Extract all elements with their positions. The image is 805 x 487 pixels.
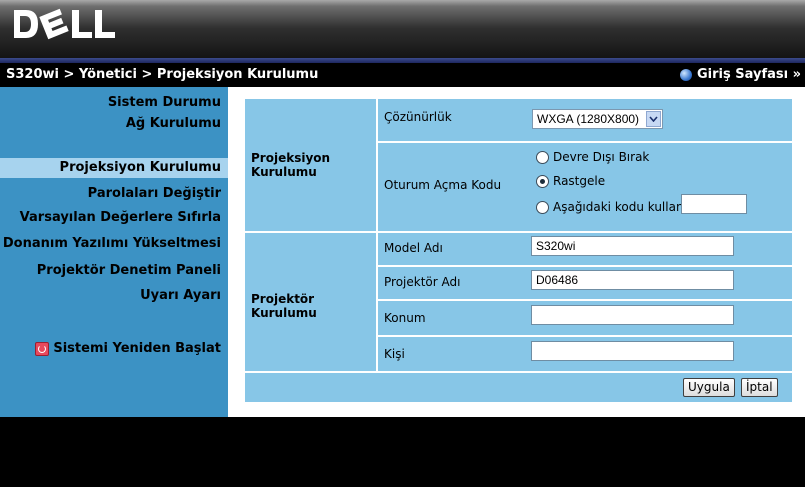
contact-label: Kişi <box>384 347 405 361</box>
model-label: Model Adı <box>384 241 443 255</box>
radio-random-indicator <box>536 174 549 188</box>
resolution-select[interactable]: WXGA (1280X800) <box>532 109 663 129</box>
model-name-input[interactable]: S320wi <box>531 236 734 256</box>
projector-group-cell: Projektör Kurulumu <box>245 233 376 371</box>
sidebar-item-firmware-update[interactable]: Donanım Yazılımı Yükseltmesi <box>3 234 221 254</box>
location-input[interactable] <box>531 305 734 325</box>
radio-disable[interactable]: Devre Dışı Bırak <box>536 150 649 164</box>
resolution-value: WXGA (1280X800) <box>537 112 640 126</box>
login-code-label: Oturum Açma Kodu <box>384 178 502 192</box>
home-link[interactable]: Giriş Sayfası » <box>679 63 801 87</box>
sidebar-item-control-panel[interactable]: Projektör Denetim Paneli <box>37 261 221 281</box>
globe-icon <box>679 69 692 81</box>
sidebar-item-system-status[interactable]: Sistem Durumu <box>108 93 221 113</box>
radio-use-code-label: Aşağıdaki kodu kullan <box>553 200 684 214</box>
contact-row: Kişi <box>378 337 792 371</box>
sidebar-item-network-setup[interactable]: Ağ Kurulumu <box>126 114 221 134</box>
radio-random[interactable]: Rastgele <box>536 174 605 188</box>
radio-use-code[interactable]: Aşağıdaki kodu kullan <box>536 200 684 214</box>
projection-group-cell: Projeksiyon Kurulumu <box>245 99 376 231</box>
settings-panel: Projeksiyon Kurulumu Çözünürlük WXGA (12… <box>245 87 792 402</box>
restart-label: Sistemi Yeniden Başlat <box>53 341 221 356</box>
sidebar-item-projection-setup[interactable]: Projeksiyon Kurulumu <box>0 158 228 178</box>
sidebar: Sistem Durumu Ağ Kurulumu Projeksiyon Ku… <box>0 87 228 417</box>
login-code-input[interactable] <box>681 194 747 214</box>
projector-group-label: Projektör Kurulumu <box>251 292 317 320</box>
projection-group-label-line2: Kurulumu <box>251 165 317 179</box>
sidebar-item-change-passwords[interactable]: Parolaları Değiştir <box>88 184 221 204</box>
login-code-row: Oturum Açma Kodu Devre Dışı Bırak Rastge… <box>378 143 792 231</box>
location-row: Konum <box>378 301 792 335</box>
radio-use-code-indicator <box>536 200 549 214</box>
dell-logo <box>14 8 115 40</box>
projector-name-input[interactable]: D06486 <box>531 270 734 290</box>
footer-area <box>0 417 805 487</box>
cancel-button[interactable]: İptal <box>741 378 778 397</box>
header <box>0 0 805 63</box>
title-bar: S320wi > Yönetici > Projeksiyon Kurulumu… <box>0 63 805 87</box>
main-area: Sistem Durumu Ağ Kurulumu Projeksiyon Ku… <box>0 87 805 417</box>
home-link-label: Giriş Sayfası » <box>696 67 801 82</box>
chevron-down-icon <box>646 111 661 127</box>
power-icon <box>35 341 50 356</box>
radio-random-label: Rastgele <box>553 174 606 188</box>
contact-input[interactable] <box>531 341 734 361</box>
radio-disable-indicator <box>536 150 549 164</box>
projector-name-label: Projektör Adı <box>384 275 461 289</box>
projection-group-label-line1: Projeksiyon <box>251 151 331 165</box>
action-row: Uygula İptal <box>245 373 792 402</box>
location-label: Konum <box>384 311 426 325</box>
radio-disable-label: Devre Dışı Bırak <box>553 150 650 164</box>
sidebar-item-reset-defaults[interactable]: Varsayılan Değerlere Sıfırla <box>20 208 221 228</box>
sidebar-item-alert-settings[interactable]: Uyarı Ayarı <box>140 286 221 306</box>
apply-button[interactable]: Uygula <box>683 378 735 397</box>
resolution-label: Çözünürlük <box>384 110 452 124</box>
projection-group-label: Projeksiyon Kurulumu <box>251 151 330 179</box>
restart-system-link[interactable]: Sistemi Yeniden Başlat <box>35 341 221 356</box>
projector-name-row: Projektör Adı D06486 <box>378 267 792 299</box>
resolution-row: Çözünürlük WXGA (1280X800) <box>378 99 792 141</box>
model-row: Model Adı S320wi <box>378 233 792 265</box>
breadcrumb: S320wi > Yönetici > Projeksiyon Kurulumu <box>6 67 319 82</box>
page: S320wi > Yönetici > Projeksiyon Kurulumu… <box>0 0 805 487</box>
